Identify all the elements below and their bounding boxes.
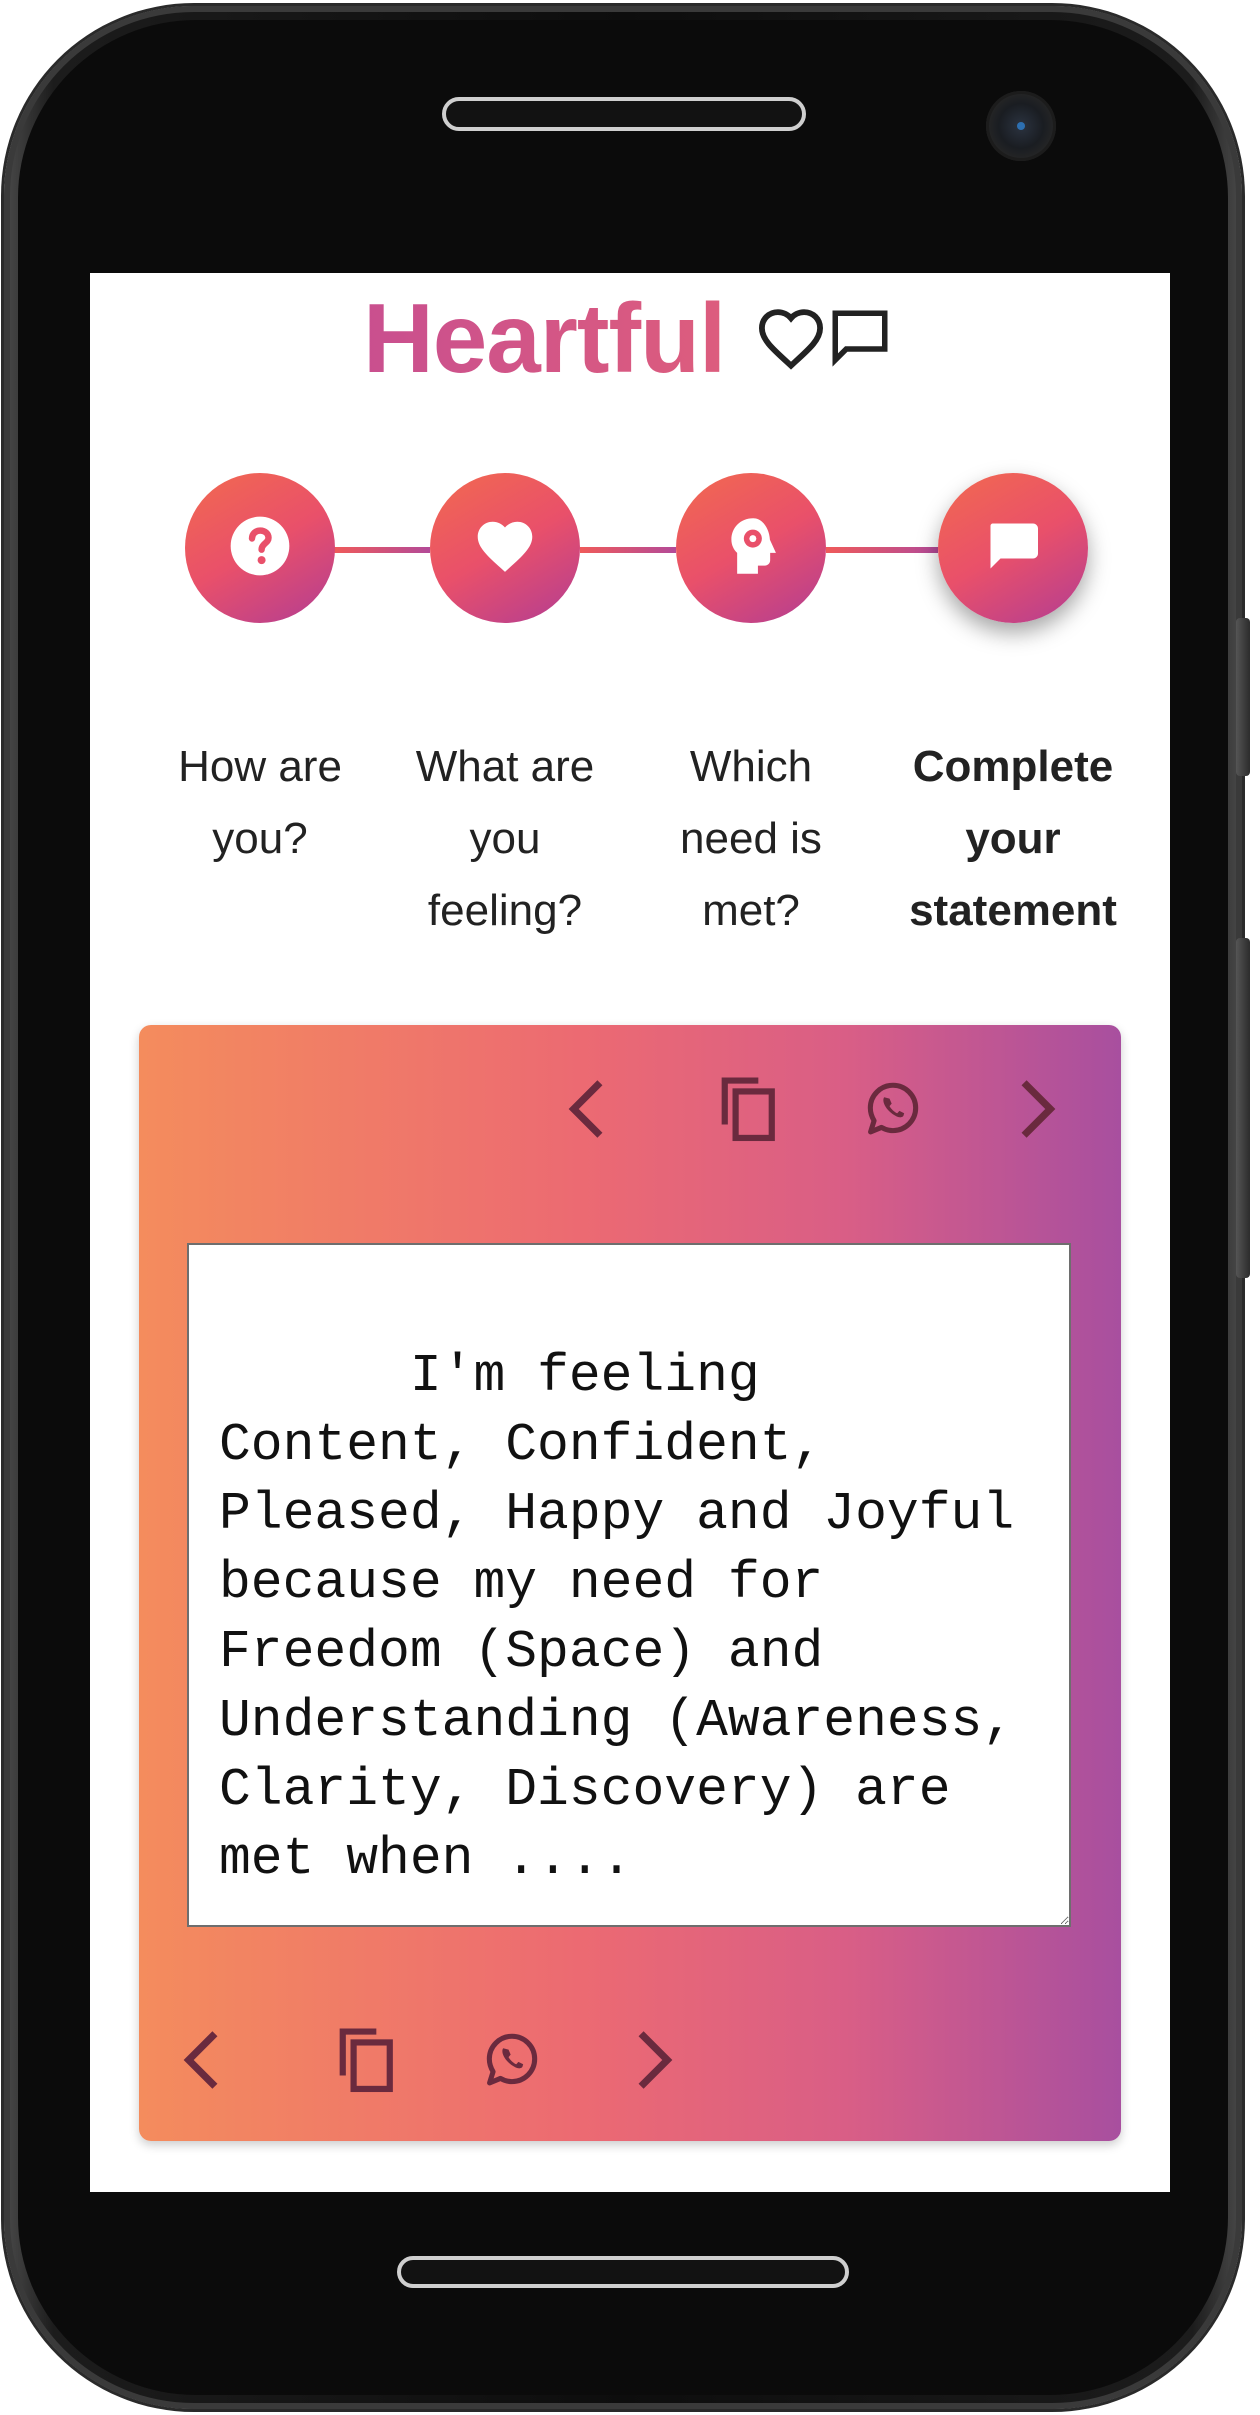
- heart-icon: [472, 516, 538, 581]
- heart-outline-icon[interactable]: [756, 306, 826, 375]
- step-4-label: Complete your statement: [909, 742, 1117, 935]
- previous-icon: [563, 1078, 613, 1140]
- step-1-button[interactable]: [185, 473, 335, 623]
- whatsapp-icon: [861, 1077, 925, 1141]
- next-button-top[interactable]: [986, 1059, 1086, 1159]
- page: Heartful How are you? What are you feeli…: [0, 0, 1260, 2415]
- app-screen: Heartful How are you? What are you feeli…: [90, 273, 1170, 2192]
- chat-bubble-outline-icon[interactable]: [827, 305, 893, 376]
- statement-text: I'm feeling Content, Confident, Pleased,…: [219, 1346, 1046, 1889]
- step-2-button[interactable]: [430, 473, 580, 623]
- whatsapp-button-top[interactable]: [843, 1059, 943, 1159]
- statement-textarea[interactable]: I'm feeling Content, Confident, Pleased,…: [187, 1243, 1071, 1927]
- copy-icon: [335, 2026, 397, 2094]
- head-gear-icon: [723, 516, 779, 581]
- resize-handle[interactable]: [1051, 1907, 1065, 1921]
- step-connector: [580, 547, 676, 553]
- earpiece-speaker: [442, 97, 806, 131]
- copy-icon: [717, 1075, 779, 1143]
- step-connector: [826, 547, 938, 553]
- app-header: Heartful: [90, 273, 1170, 403]
- question-mark-icon: [228, 514, 292, 583]
- next-icon: [1011, 1078, 1061, 1140]
- step-1-label: How are you?: [178, 742, 342, 863]
- power-button: [1236, 938, 1250, 1278]
- whatsapp-icon: [480, 2028, 544, 2092]
- step-3-button[interactable]: [676, 473, 826, 623]
- bottom-speaker: [397, 2256, 849, 2288]
- volume-button: [1236, 618, 1250, 776]
- whatsapp-button-bottom[interactable]: [462, 2010, 562, 2110]
- next-button-bottom[interactable]: [603, 2010, 703, 2110]
- chat-message-icon: [983, 516, 1043, 581]
- step-2-label: What are you feeling?: [415, 742, 595, 935]
- previous-icon: [178, 2029, 228, 2091]
- step-3-label: Which need is met?: [680, 742, 822, 935]
- step-4-button[interactable]: [938, 473, 1088, 623]
- previous-button-bottom[interactable]: [153, 2010, 253, 2110]
- next-icon: [628, 2029, 678, 2091]
- step-connector: [334, 547, 430, 553]
- front-camera: [986, 91, 1056, 161]
- copy-button-top[interactable]: [698, 1059, 798, 1159]
- previous-button-top[interactable]: [538, 1059, 638, 1159]
- copy-button-bottom[interactable]: [316, 2010, 416, 2110]
- app-title: Heartful: [363, 278, 726, 398]
